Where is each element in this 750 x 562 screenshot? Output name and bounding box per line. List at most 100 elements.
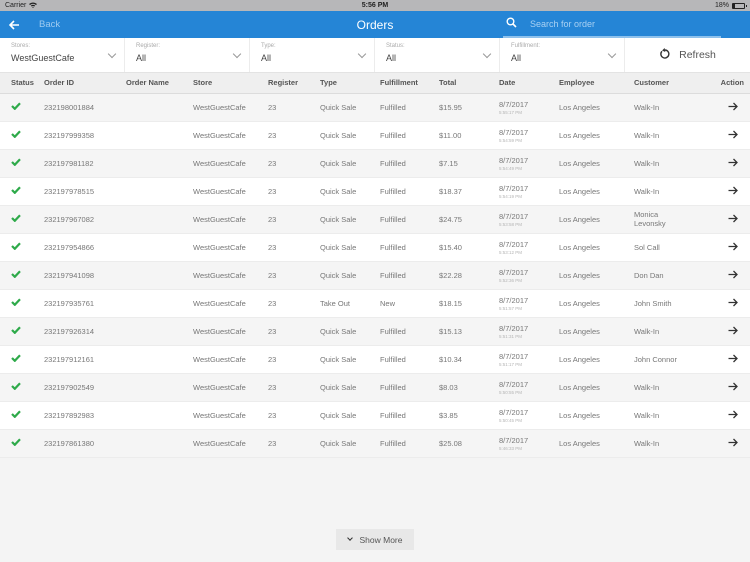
date-cell: 8/7/2017 5:54:19 PM	[499, 177, 559, 205]
wifi-icon	[29, 2, 38, 10]
order-row[interactable]: 232197935761 WestGuestCafe 23 Take Out New $1…	[0, 289, 750, 317]
open-order-button[interactable]	[704, 177, 750, 205]
order-row[interactable]: 232197861380 WestGuestCafe 23 Quick Sale Ful…	[0, 429, 750, 457]
back-label: Back	[39, 19, 61, 30]
order-row[interactable]: 232198001884 WestGuestCafe 23 Quick Sale Ful…	[0, 93, 750, 121]
open-order-button[interactable]	[704, 233, 750, 261]
open-order-button[interactable]	[704, 205, 750, 233]
orders-table: Status Order ID Order Name Store Register Typ…	[0, 73, 750, 458]
status-cell	[0, 261, 44, 289]
total-cell: $15.95	[439, 102, 462, 112]
page-title: Orders	[356, 17, 394, 32]
fulfillment-cell: Fulfilled	[380, 102, 406, 112]
total-cell: $15.13	[439, 326, 462, 336]
open-order-button[interactable]	[704, 121, 750, 149]
order-row[interactable]: 232197981182 WestGuestCafe 23 Quick Sale Ful…	[0, 149, 750, 177]
register-cell: 23	[268, 270, 277, 280]
customer-cell: Walk-In	[634, 130, 660, 140]
order-row[interactable]: 232197892983 WestGuestCafe 23 Quick Sale Ful…	[0, 401, 750, 429]
employee-cell: Los Angeles	[559, 242, 600, 252]
date-cell: 8/7/2017 5:46:33 PM	[499, 429, 559, 457]
employee-cell: Los Angeles	[559, 410, 600, 420]
open-order-button[interactable]	[704, 317, 750, 345]
date-cell: 8/7/2017 5:54:49 PM	[499, 149, 559, 177]
checkmark-icon	[11, 185, 21, 197]
order-row[interactable]: 232197967082 WestGuestCafe 23 Quick Sale Ful…	[0, 205, 750, 233]
employee-cell: Los Angeles	[559, 298, 600, 308]
search-bar	[503, 11, 721, 38]
filter-label: Register:	[136, 43, 161, 49]
order-name-cell	[126, 289, 193, 317]
customer-cell: Walk-In	[634, 326, 660, 336]
order-id-cell: 232197978515	[44, 186, 95, 196]
open-order-button[interactable]	[704, 261, 750, 289]
open-order-button[interactable]	[704, 149, 750, 177]
open-order-button[interactable]	[704, 289, 750, 317]
register-filter[interactable]: Register: All	[125, 38, 250, 72]
status-cell	[0, 121, 44, 149]
status-filter[interactable]: Status: All	[375, 38, 500, 72]
fulfillment-cell: Fulfilled	[380, 326, 406, 336]
search-input[interactable]	[530, 18, 710, 29]
customer-cell: Walk-In	[634, 410, 660, 420]
date-cell: 8/7/2017 5:51:17 PM	[499, 345, 559, 373]
register-cell: 23	[268, 130, 277, 140]
type-cell: Quick Sale	[320, 186, 357, 196]
search-icon	[506, 15, 520, 33]
nav-bar: Back Orders	[0, 11, 750, 38]
total-cell: $18.15	[439, 298, 462, 308]
order-time: 5:53:58 PM	[499, 221, 523, 227]
refresh-button[interactable]: Refresh	[625, 38, 750, 72]
store-cell: WestGuestCafe	[193, 438, 246, 448]
order-name-cell	[126, 205, 193, 233]
order-id-cell: 232197861380	[44, 438, 95, 448]
column-header-action: Action	[720, 78, 744, 88]
order-row[interactable]: 232197926314 WestGuestCafe 23 Quick Sale Ful…	[0, 317, 750, 345]
date-cell: 8/7/2017 5:51:57 PM	[499, 289, 559, 317]
back-button[interactable]: Back	[8, 18, 61, 32]
status-cell	[0, 401, 44, 429]
type-cell: Quick Sale	[320, 270, 357, 280]
open-order-button[interactable]	[704, 345, 750, 373]
order-date: 8/7/2017	[499, 407, 529, 417]
checkmark-icon	[11, 325, 21, 337]
arrow-right-icon	[728, 352, 738, 366]
open-order-button[interactable]	[704, 373, 750, 401]
order-row[interactable]: 232197941098 WestGuestCafe 23 Quick Sale Ful…	[0, 261, 750, 289]
order-row[interactable]: 232197902549 WestGuestCafe 23 Quick Sale Ful…	[0, 373, 750, 401]
register-cell: 23	[268, 186, 277, 196]
fulfillment-filter[interactable]: Fulfillment: All	[500, 38, 625, 72]
status-cell	[0, 233, 44, 261]
date-cell: 8/7/2017 5:50:45 PM	[499, 401, 559, 429]
order-name-cell	[126, 401, 193, 429]
order-time: 5:46:33 PM	[499, 445, 523, 451]
order-row[interactable]: 232197978515 WestGuestCafe 23 Quick Sale Ful…	[0, 177, 750, 205]
order-row[interactable]: 232197912161 WestGuestCafe 23 Quick Sale Ful…	[0, 345, 750, 373]
open-order-button[interactable]	[704, 93, 750, 121]
open-order-button[interactable]	[704, 429, 750, 457]
show-more-button[interactable]: Show More	[336, 529, 414, 550]
total-cell: $22.28	[439, 270, 462, 280]
arrow-right-icon	[728, 128, 738, 142]
fulfillment-cell: Fulfilled	[380, 382, 406, 392]
total-cell: $25.08	[439, 438, 462, 448]
store-cell: WestGuestCafe	[193, 270, 246, 280]
open-order-button[interactable]	[704, 401, 750, 429]
type-filter[interactable]: Type: All	[250, 38, 375, 72]
order-row[interactable]: 232197954866 WestGuestCafe 23 Quick Sale Ful…	[0, 233, 750, 261]
status-cell	[0, 317, 44, 345]
order-name-cell	[126, 317, 193, 345]
order-row[interactable]: 232197999358 WestGuestCafe 23 Quick Sale Ful…	[0, 121, 750, 149]
column-header-order-id: Order ID	[44, 78, 75, 88]
fulfillment-cell: Fulfilled	[380, 186, 406, 196]
order-id-cell: 232197941098	[44, 270, 95, 280]
customer-cell: John Smith	[634, 298, 672, 308]
customer-cell: John Connor	[634, 354, 677, 364]
show-more-label: Show More	[359, 534, 403, 545]
store-cell: WestGuestCafe	[193, 326, 246, 336]
filter-value: All	[511, 53, 522, 63]
stores-filter[interactable]: Stores: WestGuestCafe	[0, 38, 125, 72]
employee-cell: Los Angeles	[559, 186, 600, 196]
arrow-right-icon	[728, 156, 738, 170]
order-id-cell: 232197999358	[44, 130, 95, 140]
